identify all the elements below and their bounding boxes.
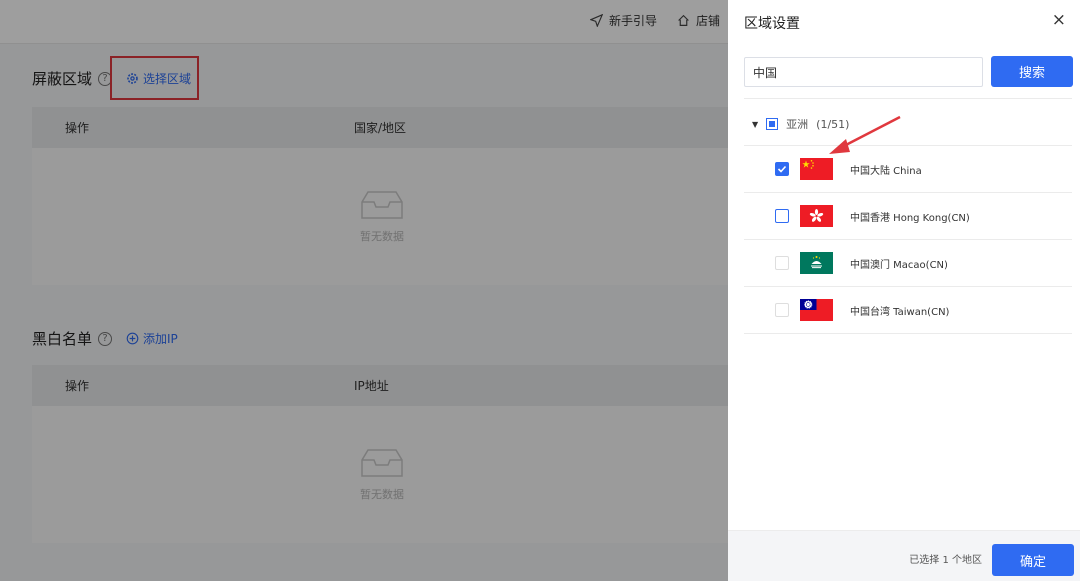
region-name: 中国香港 Hong Kong(CN) [850,212,970,224]
region-name: 中国澳门 Macao(CN) [850,259,948,271]
region-checkbox[interactable] [775,303,789,317]
list-item[interactable]: 中国澳门 Macao(CN) [744,240,1072,287]
region-checkbox[interactable] [775,209,789,223]
partial-check-mark [769,121,776,127]
close-icon[interactable]: × [1052,10,1066,30]
caret-down-icon[interactable]: ▼ [752,120,758,129]
region-checkbox[interactable] [775,256,789,270]
divider [744,98,1072,99]
region-name: 中国台湾 Taiwan(CN) [850,306,950,318]
modal-mask[interactable] [0,0,728,581]
search-button[interactable]: 搜索 [991,56,1073,87]
cn-flag [800,158,833,180]
mo-flag [800,252,833,274]
hk-flag [800,205,833,227]
partial-checkbox[interactable] [766,118,779,130]
continent-group-row[interactable]: ▼ 亚洲 (1/51) [752,116,849,132]
selected-count: 已选择 1 个地区 [909,555,982,566]
drawer-footer: 已选择 1 个地区 确定 [728,530,1080,581]
region-checkbox[interactable] [775,162,789,176]
list-item[interactable]: 中国大陆 China [744,146,1072,193]
drawer-title: 区域设置 [744,16,800,32]
confirm-button[interactable]: 确定 [992,544,1074,576]
list-item[interactable]: 中国台湾 Taiwan(CN) [744,287,1072,334]
group-name: 亚洲 [786,118,809,131]
group-count: (1/51) [816,117,850,131]
region-settings-drawer: 区域设置 × 搜索 ▼ 亚洲 (1/51) 中国大陆 China [728,0,1080,581]
tw-flag [800,299,833,321]
list-item[interactable]: 中国香港 Hong Kong(CN) [744,193,1072,240]
region-search-input[interactable] [744,57,983,87]
region-name: 中国大陆 China [850,165,922,177]
checkmark-icon [777,165,787,173]
